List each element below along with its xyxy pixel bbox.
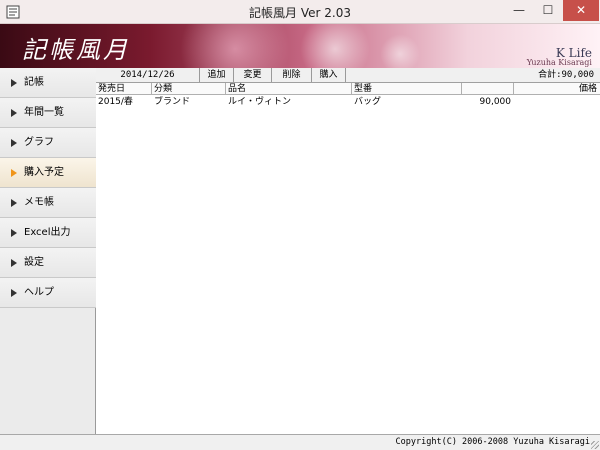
- banner-title: 記帳風月: [22, 36, 130, 64]
- table-row[interactable]: 2015/春 ブランド ルイ・ヴィトン バッグ 90,000: [96, 96, 600, 108]
- sidebar-item-planned-purchases[interactable]: 購入予定: [0, 158, 96, 188]
- column-header-blank[interactable]: [462, 83, 514, 95]
- title-bar: 記帳風月 Ver 2.03 — ☐ ✕: [0, 0, 600, 24]
- sidebar-item-help[interactable]: ヘルプ: [0, 278, 96, 308]
- cell-release-date: 2015/春: [98, 97, 133, 107]
- maximize-button[interactable]: ☐: [534, 0, 562, 21]
- resize-grip-icon[interactable]: [591, 441, 599, 449]
- arrow-right-icon: [11, 169, 17, 177]
- close-button[interactable]: ✕: [563, 0, 599, 21]
- sidebar-item-label: 記帳: [24, 77, 44, 88]
- arrow-right-icon: [11, 199, 17, 207]
- arrow-right-icon: [11, 229, 17, 237]
- sidebar-item-entry[interactable]: 記帳: [0, 68, 96, 98]
- sidebar-item-label: 購入予定: [24, 167, 64, 178]
- sidebar: 記帳 年間一覧 グラフ 購入予定 メモ帳 Excel出力 設定 ヘルプ: [0, 68, 96, 434]
- arrow-right-icon: [11, 259, 17, 267]
- edit-button[interactable]: 変更: [234, 68, 272, 82]
- sidebar-item-label: 年間一覧: [24, 107, 64, 118]
- cell-item-name: ルイ・ヴィトン: [228, 97, 292, 107]
- column-header-release-date[interactable]: 発売日: [96, 83, 152, 95]
- cell-model: バッグ: [354, 97, 382, 107]
- sidebar-item-label: メモ帳: [24, 197, 54, 208]
- cell-price: 90,000: [479, 97, 512, 107]
- column-header-model[interactable]: 型番: [352, 83, 462, 95]
- brand-author: Yuzuha Kisaragi: [526, 58, 592, 67]
- sidebar-item-label: Excel出力: [24, 227, 71, 238]
- column-header-price[interactable]: 価格: [514, 83, 600, 95]
- toolbar: 2014/12/26 追加 変更 削除 購入 合計:90,000: [96, 68, 600, 83]
- status-bar: Copyright(C) 2006-2008 Yuzuha Kisaragi: [0, 434, 600, 450]
- total-amount: 合計:90,000: [538, 70, 594, 80]
- arrow-right-icon: [11, 109, 17, 117]
- add-button[interactable]: 追加: [200, 68, 234, 82]
- sidebar-item-excel-export[interactable]: Excel出力: [0, 218, 96, 248]
- cell-category: ブランド: [154, 97, 191, 107]
- purchase-plan-table: 発売日 分類 品名 型番 価格 2015/春 ブランド ルイ・ヴィトン バッグ …: [96, 83, 600, 434]
- sidebar-item-graph[interactable]: グラフ: [0, 128, 96, 158]
- date-field[interactable]: 2014/12/26: [96, 68, 200, 82]
- arrow-right-icon: [11, 289, 17, 297]
- arrow-right-icon: [11, 79, 17, 87]
- minimize-button[interactable]: —: [505, 0, 533, 21]
- arrow-right-icon: [11, 139, 17, 147]
- app-banner: 記帳風月 K Life Yuzuha Kisaragi: [0, 24, 600, 68]
- sidebar-item-label: 設定: [24, 257, 44, 268]
- table-header: 発売日 分類 品名 型番 価格: [96, 83, 600, 95]
- purchase-button[interactable]: 購入: [312, 68, 346, 82]
- column-header-category[interactable]: 分類: [152, 83, 226, 95]
- copyright-text: Copyright(C) 2006-2008 Yuzuha Kisaragi: [395, 437, 590, 447]
- sidebar-item-yearly-list[interactable]: 年間一覧: [0, 98, 96, 128]
- column-header-item-name[interactable]: 品名: [226, 83, 352, 95]
- sidebar-item-label: グラフ: [24, 137, 54, 148]
- sidebar-item-settings[interactable]: 設定: [0, 248, 96, 278]
- sidebar-item-label: ヘルプ: [24, 287, 54, 298]
- delete-button[interactable]: 削除: [272, 68, 312, 82]
- sidebar-item-memo[interactable]: メモ帳: [0, 188, 96, 218]
